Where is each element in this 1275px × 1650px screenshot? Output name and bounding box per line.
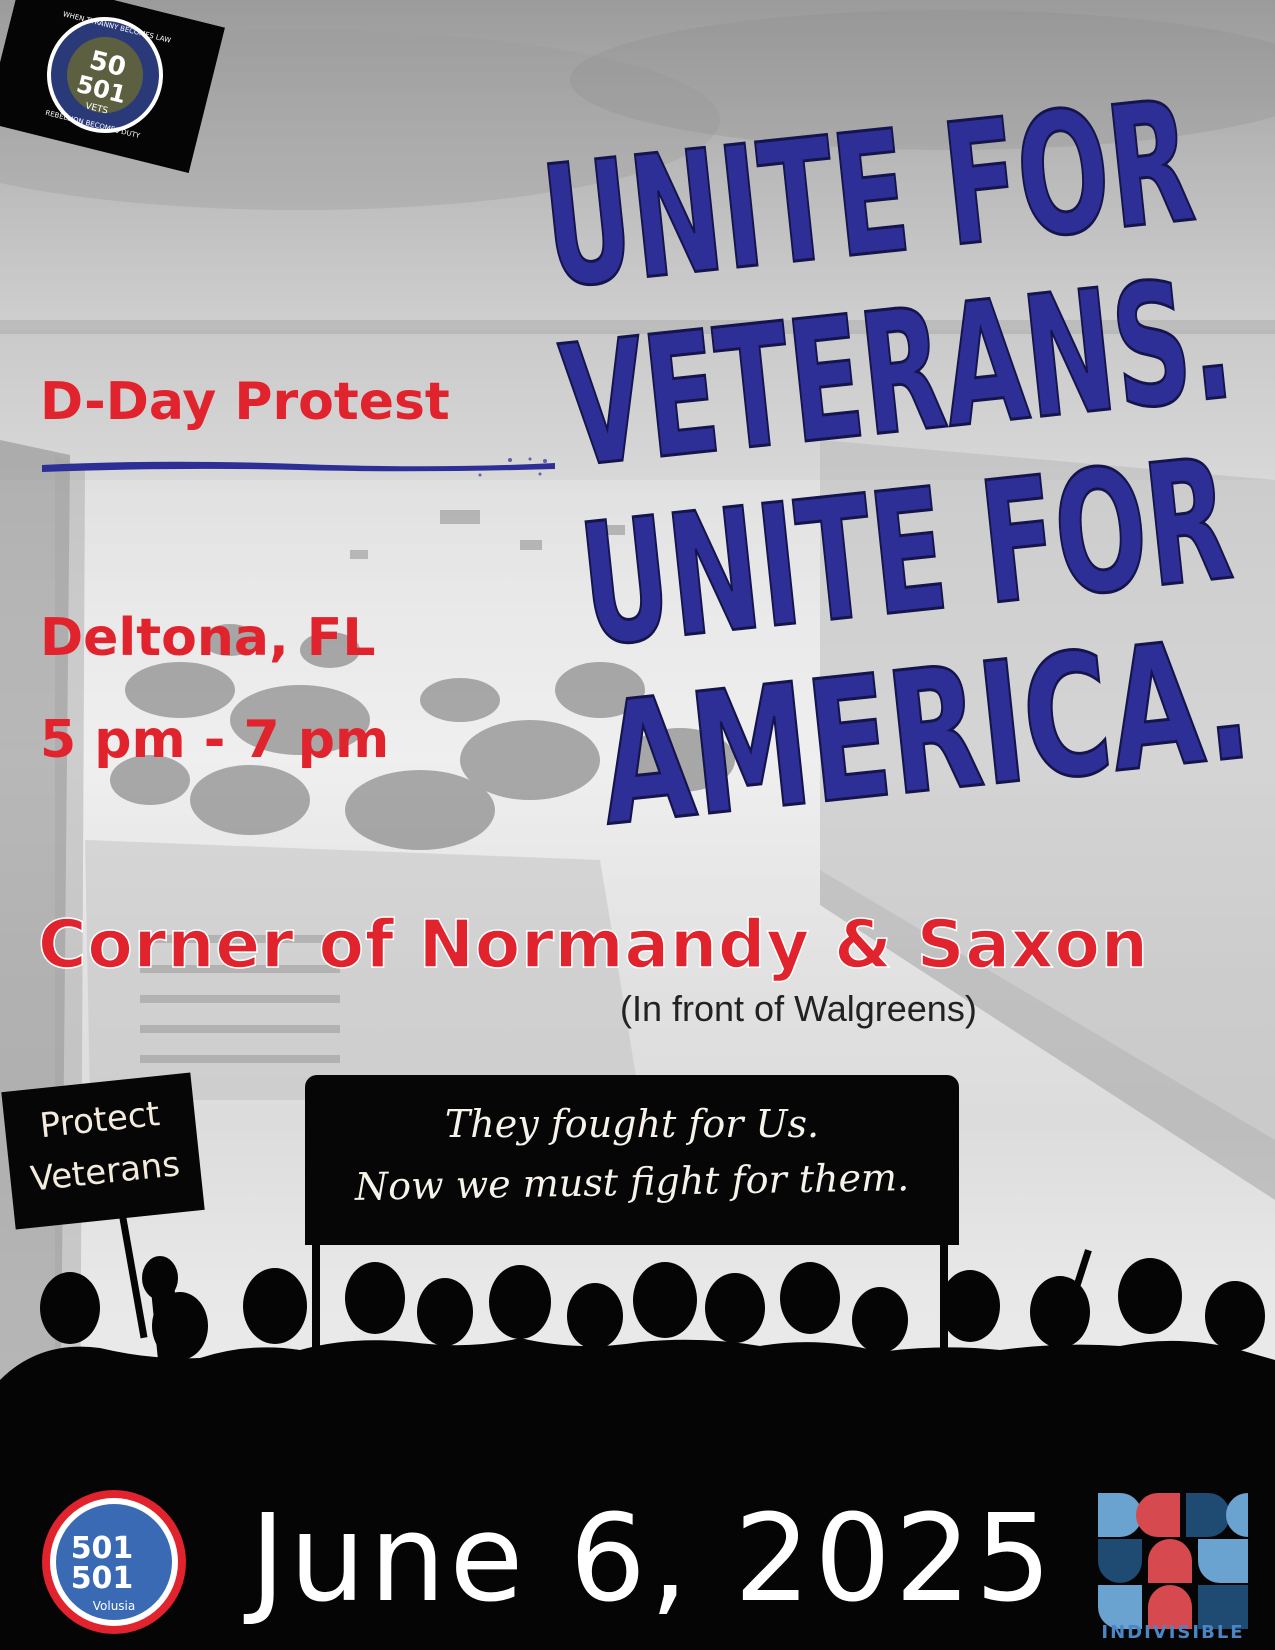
protest-banner: They fought for Us. Now we must fight fo… [305,1075,959,1245]
event-title: D-Day Protest [40,372,450,432]
50501-volusia-logo: 501 501 Volusia [42,1490,186,1634]
event-location-note: (In front of Walgreens) [620,988,977,1029]
indivisible-label: INDIVISIBLE [1101,1622,1245,1643]
indivisible-logo [1098,1493,1248,1629]
event-date: June 6, 2025 [250,1490,1056,1629]
protest-sign-left: Protect Veterans [1,1072,205,1230]
event-location: Corner of Normandy & Saxon [37,905,1149,984]
volusia-logo-num2: 501 [71,1561,134,1596]
banner-line-2: Now we must fight for them. [354,1155,910,1209]
headline: UNITE FOR VETERANS. UNITE FOR AMERICA. [533,60,1275,865]
banner-line-1: They fought for Us. [444,1102,820,1146]
poster: UNITE FOR VETERANS. UNITE FOR AMERICA. D… [0,0,1275,1650]
event-time: 5 pm - 7 pm [40,710,390,770]
event-city: Deltona, FL [40,608,376,668]
volusia-logo-label: Volusia [93,1599,136,1613]
brush-underline [42,457,555,477]
